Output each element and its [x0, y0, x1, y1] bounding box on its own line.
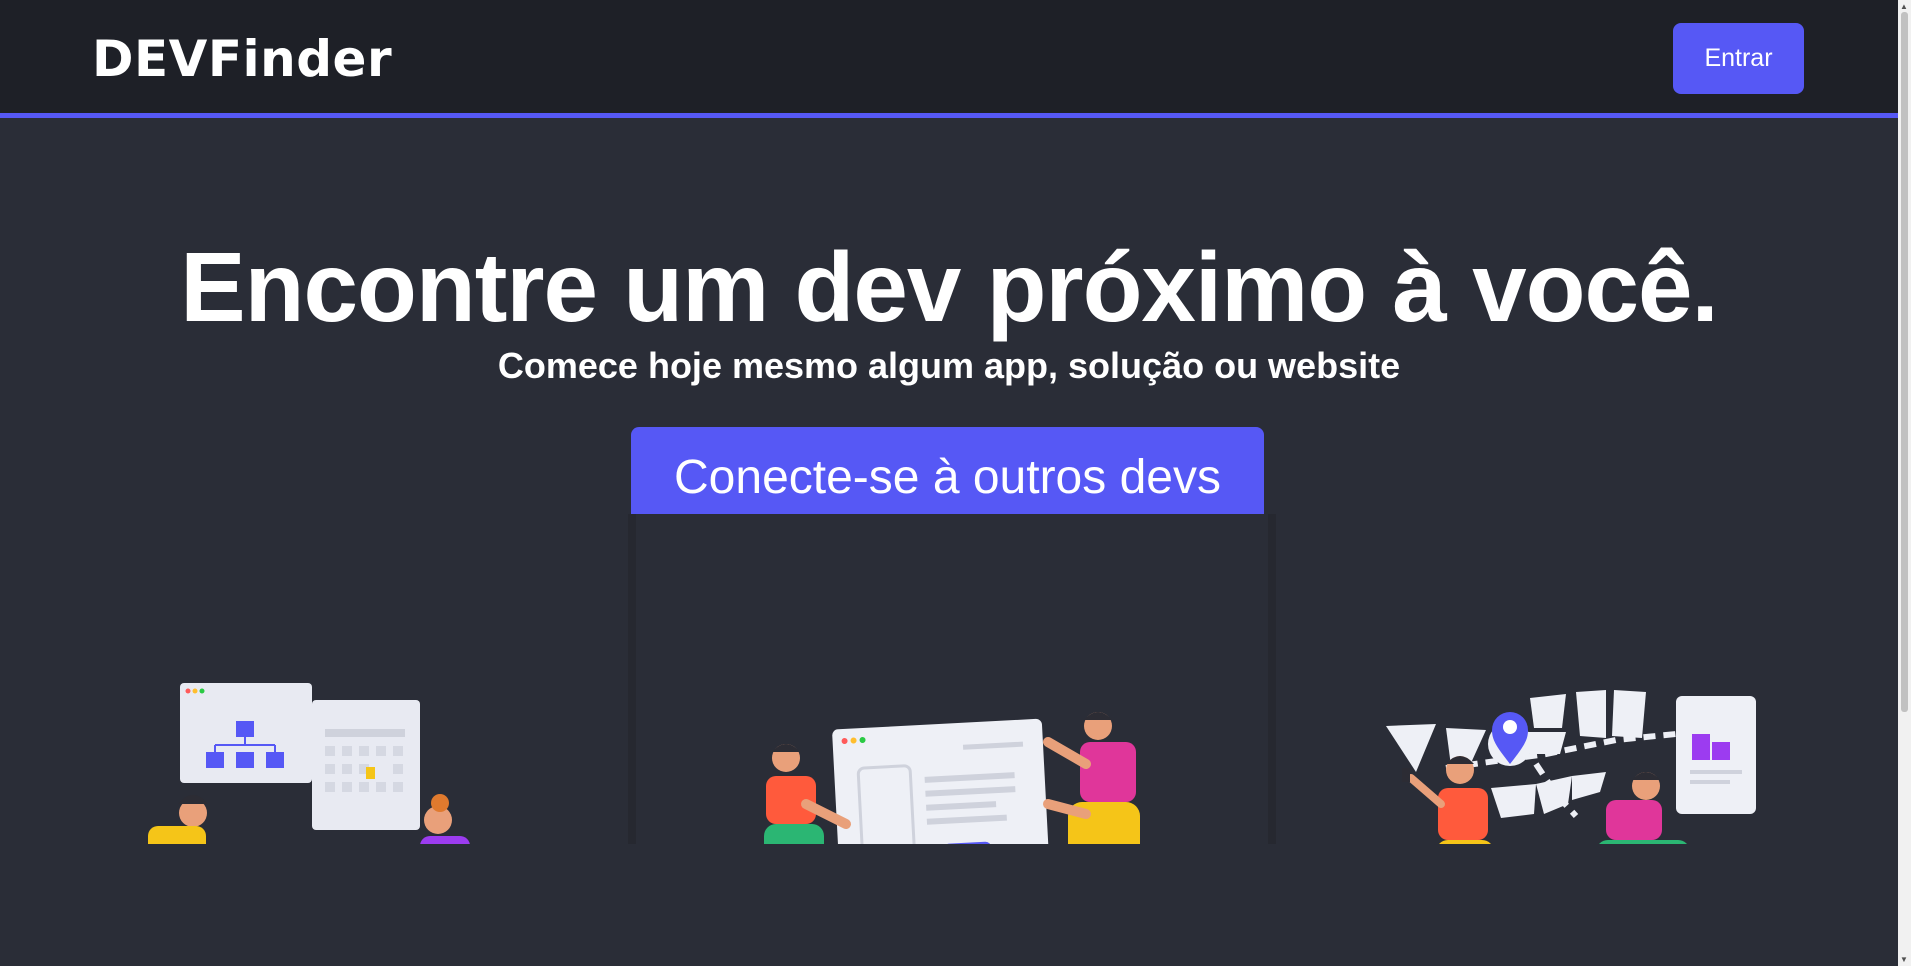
web-design-illustration	[636, 514, 1268, 844]
connect-devs-button[interactable]: Conecte-se à outros devs	[631, 427, 1264, 527]
scroll-down-arrow-icon[interactable]: ▼	[1900, 955, 1908, 964]
scroll-up-arrow-icon[interactable]: ▲	[1900, 2, 1908, 11]
vertical-scrollbar[interactable]: ▲ ▼	[1898, 0, 1911, 966]
scroll-thumb[interactable]	[1901, 12, 1908, 712]
login-button[interactable]: Entrar	[1673, 23, 1804, 94]
location-map-illustration	[1276, 514, 1908, 844]
team-meeting-illustration	[0, 514, 632, 844]
hero-subtitle: Comece hoje mesmo algum app, solução ou …	[497, 345, 1401, 386]
brand-logo[interactable]: DEVFinder	[92, 30, 392, 88]
hero-title: Encontre um dev próximo à você.	[180, 232, 1718, 342]
top-navbar: DEVFinder Entrar	[0, 0, 1898, 118]
card-divider	[628, 514, 636, 844]
card-divider	[1268, 514, 1276, 844]
